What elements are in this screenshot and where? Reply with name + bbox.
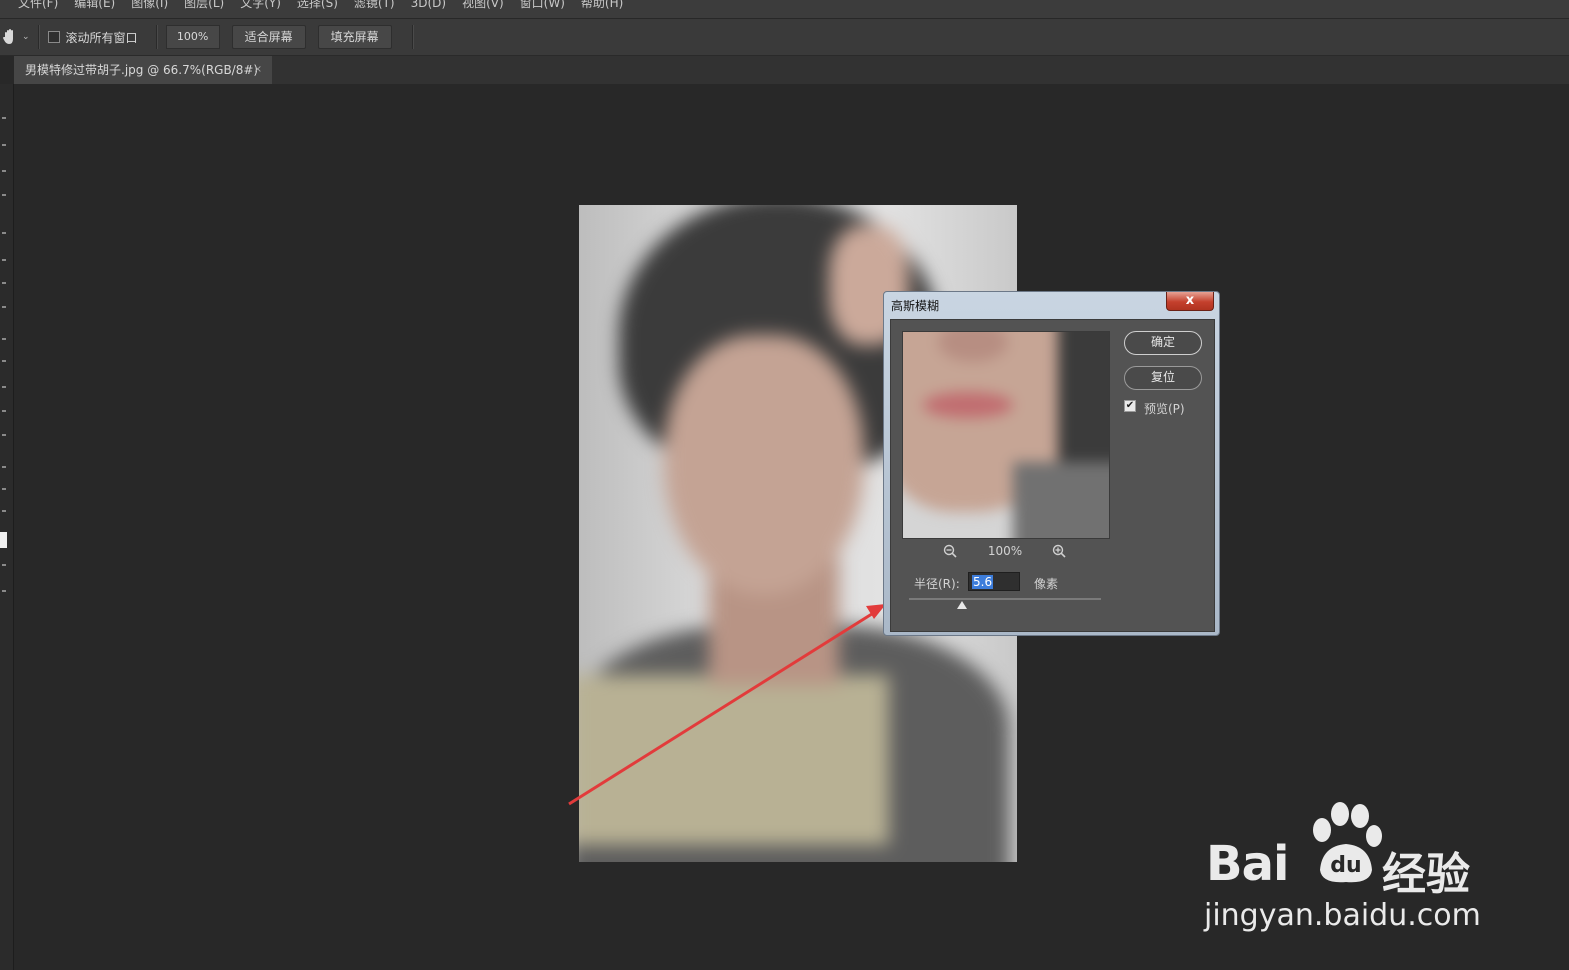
preview-hair-shape bbox=[1058, 332, 1109, 472]
preview-zoom-value: 100% bbox=[987, 544, 1023, 558]
hand-tool-icon[interactable] bbox=[2, 28, 18, 46]
document-tab[interactable]: 男模特修过带胡子.jpg @ 66.7%(RGB/8#) × bbox=[14, 56, 272, 84]
tool-marker[interactable] bbox=[2, 306, 6, 308]
options-bar: ⌄ 滚动所有窗口 100% 适合屏幕 填充屏幕 bbox=[0, 19, 1569, 56]
preview-lips-shape bbox=[923, 392, 1013, 418]
tool-marker[interactable] bbox=[2, 434, 6, 436]
preview-checkbox[interactable]: ✔ bbox=[1124, 400, 1136, 412]
radius-slider-thumb[interactable] bbox=[957, 601, 967, 609]
tool-marker[interactable] bbox=[2, 194, 6, 196]
dialog-body: 100% 半径(R): 5.6 像素 确定 复位 ✔ 预览(P) bbox=[890, 319, 1215, 632]
fill-screen-button[interactable]: 填充屏幕 bbox=[317, 25, 392, 49]
tool-marker[interactable] bbox=[2, 590, 6, 592]
tool-marker[interactable] bbox=[2, 360, 6, 362]
fit-screen-button[interactable]: 适合屏幕 bbox=[231, 25, 306, 49]
tool-marker[interactable] bbox=[2, 117, 6, 119]
radius-value: 5.6 bbox=[972, 575, 994, 589]
document-tab-title: 男模特修过带胡子.jpg @ 66.7%(RGB/8#) bbox=[25, 63, 259, 77]
menu-image[interactable]: 图像(I) bbox=[123, 0, 176, 10]
menu-layer[interactable]: 图层(L) bbox=[176, 0, 232, 10]
menu-type[interactable]: 文字(Y) bbox=[232, 0, 289, 10]
tool-marker[interactable] bbox=[2, 338, 6, 340]
reset-button[interactable]: 复位 bbox=[1124, 366, 1202, 390]
tool-marker[interactable] bbox=[2, 170, 6, 172]
preview-image bbox=[903, 332, 1109, 538]
radius-input[interactable]: 5.6 bbox=[968, 572, 1020, 591]
tool-marker[interactable] bbox=[2, 232, 6, 234]
scroll-all-windows-label: 滚动所有窗口 bbox=[65, 30, 138, 45]
menu-select[interactable]: 选择(S) bbox=[289, 0, 346, 10]
radius-label: 半径(R): bbox=[914, 577, 960, 591]
tool-marker[interactable] bbox=[2, 282, 6, 284]
tools-panel bbox=[0, 84, 14, 970]
preview-zoom-row: 100% bbox=[902, 544, 1108, 560]
separator bbox=[411, 25, 414, 49]
close-tab-icon[interactable]: × bbox=[254, 56, 262, 84]
watermark-jingyan: 经验 bbox=[1382, 849, 1470, 900]
face-shape bbox=[664, 335, 864, 595]
preview-shirt-shape bbox=[1013, 462, 1109, 538]
watermark-brand: Bai bbox=[1206, 836, 1289, 892]
chevron-down-icon[interactable]: ⌄ bbox=[22, 32, 30, 42]
separator bbox=[37, 25, 40, 49]
tool-marker[interactable] bbox=[2, 564, 6, 566]
foreground-color-swatch[interactable] bbox=[0, 532, 7, 548]
tool-marker[interactable] bbox=[2, 510, 6, 512]
menu-filter[interactable]: 滤镜(T) bbox=[346, 0, 403, 10]
radius-unit: 像素 bbox=[1034, 577, 1059, 591]
paw-logo-icon: du bbox=[1313, 802, 1382, 883]
tool-marker[interactable] bbox=[2, 410, 6, 412]
menu-view[interactable]: 视图(V) bbox=[454, 0, 512, 10]
dialog-title: 高斯模糊 bbox=[891, 299, 940, 313]
filter-preview[interactable] bbox=[902, 331, 1110, 539]
preview-checkbox-label: 预览(P) bbox=[1144, 402, 1185, 416]
ok-button[interactable]: 确定 bbox=[1124, 331, 1202, 355]
menu-file[interactable]: 文件(F) bbox=[0, 0, 66, 10]
tool-marker[interactable] bbox=[2, 466, 6, 468]
radius-slider-track[interactable] bbox=[909, 598, 1101, 600]
gaussian-blur-dialog: 高斯模糊 x 100% 半径(R): 5.6 像素 确定 复位 ✔ 预览(P) bbox=[883, 291, 1220, 636]
baidu-watermark: du Bai 经验 jingyan.baidu.com bbox=[1200, 800, 1500, 950]
tool-marker[interactable] bbox=[2, 488, 6, 490]
menu-window[interactable]: 窗口(W) bbox=[512, 0, 573, 10]
zoom-input[interactable]: 100% bbox=[165, 25, 220, 49]
menu-3d[interactable]: 3D(D) bbox=[403, 0, 454, 10]
scroll-all-windows-checkbox[interactable] bbox=[47, 31, 60, 43]
document-tab-bar: 男模特修过带胡子.jpg @ 66.7%(RGB/8#) × bbox=[14, 56, 1569, 84]
zoom-in-icon[interactable] bbox=[1052, 544, 1066, 558]
shirt-print-shape bbox=[579, 675, 889, 845]
tool-marker[interactable] bbox=[2, 386, 6, 388]
paw-logo-text: du bbox=[1330, 853, 1361, 878]
menu-bar: 文件(F) 编辑(E) 图像(I) 图层(L) 文字(Y) 选择(S) 滤镜(T… bbox=[0, 0, 1569, 18]
tool-marker[interactable] bbox=[2, 259, 6, 261]
watermark-url: jingyan.baidu.com bbox=[1204, 898, 1481, 933]
tool-marker[interactable] bbox=[2, 144, 6, 146]
menu-edit[interactable]: 编辑(E) bbox=[66, 0, 123, 10]
separator bbox=[155, 25, 158, 49]
menu-help[interactable]: 帮助(H) bbox=[573, 0, 631, 10]
close-button[interactable]: x bbox=[1166, 292, 1214, 311]
